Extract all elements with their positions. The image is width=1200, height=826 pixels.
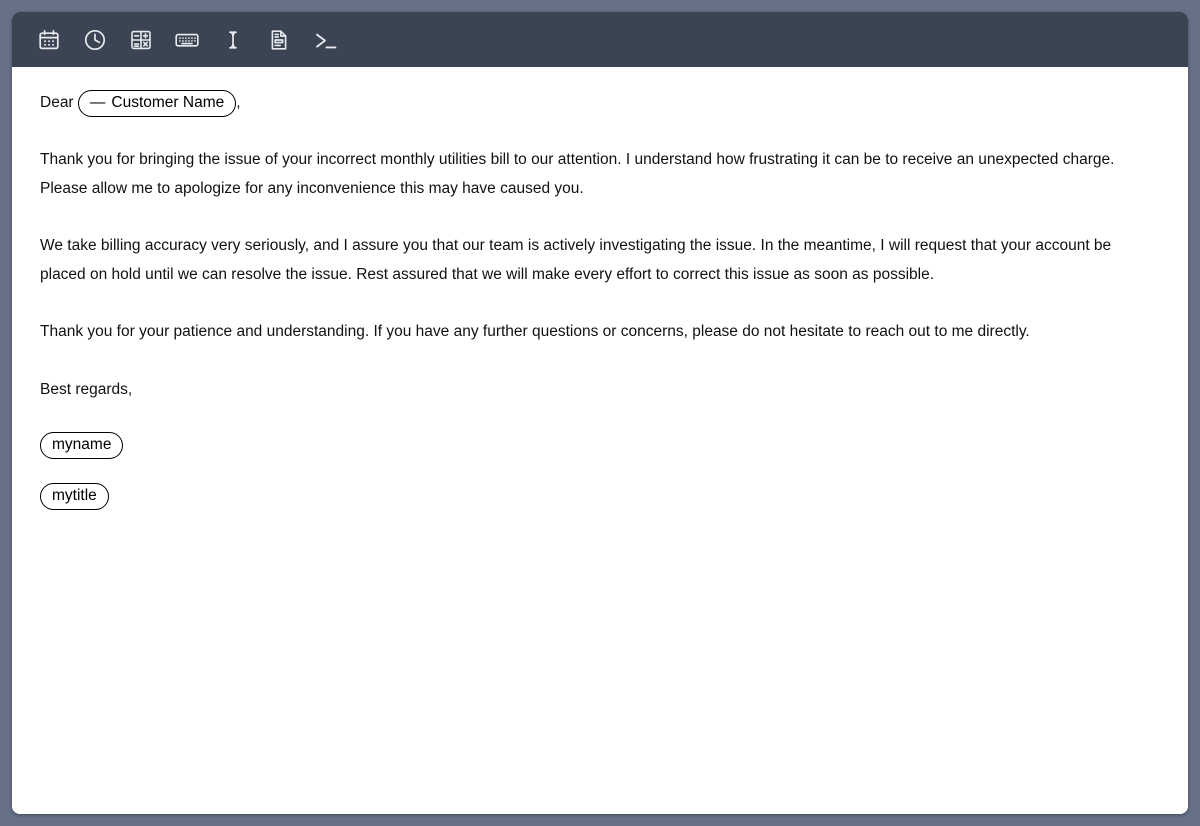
terminal-prompt-icon-button[interactable] bbox=[302, 20, 348, 60]
paragraph-2: We take billing accuracy very seriously,… bbox=[40, 237, 1112, 283]
clock-icon bbox=[83, 28, 107, 52]
terminal-prompt-icon bbox=[311, 28, 339, 52]
signature-name-row: myname bbox=[40, 431, 1160, 459]
calculator-icon-button[interactable] bbox=[118, 20, 164, 60]
app-window: Dear — Customer Name, Thank you for bring… bbox=[12, 12, 1188, 814]
keyboard-icon-button[interactable] bbox=[164, 20, 210, 60]
text-cursor-icon bbox=[221, 28, 245, 52]
calendar-icon bbox=[37, 28, 61, 52]
salutation-line: Dear — Customer Name, bbox=[40, 89, 1160, 117]
document-icon-button[interactable] bbox=[256, 20, 302, 60]
variable-pill-customer-name[interactable]: — Customer Name bbox=[77, 90, 237, 117]
signature-title-row: mytitle bbox=[40, 482, 1160, 510]
calculator-icon bbox=[129, 28, 153, 52]
paragraph-3: Thank you for your patience and understa… bbox=[40, 323, 1030, 340]
salutation-suffix: , bbox=[236, 94, 241, 111]
letter-body: Dear — Customer Name, Thank you for bring… bbox=[12, 67, 1188, 814]
variable-pill-label: Customer Name bbox=[111, 94, 225, 111]
em-dash-icon: — bbox=[89, 94, 106, 111]
document-icon bbox=[267, 28, 291, 52]
text-cursor-icon-button[interactable] bbox=[210, 20, 256, 60]
salutation-prefix: Dear bbox=[40, 94, 78, 111]
variable-pill-myname[interactable]: myname bbox=[40, 431, 124, 459]
toolbar bbox=[12, 12, 1188, 67]
keyboard-icon bbox=[174, 28, 200, 52]
variable-pill-mytitle[interactable]: mytitle bbox=[40, 482, 109, 510]
calendar-icon-button[interactable] bbox=[26, 20, 72, 60]
paragraph-1: Thank you for bringing the issue of your… bbox=[40, 151, 1115, 197]
signoff-line: Best regards, bbox=[40, 380, 133, 398]
clock-icon-button[interactable] bbox=[72, 20, 118, 60]
